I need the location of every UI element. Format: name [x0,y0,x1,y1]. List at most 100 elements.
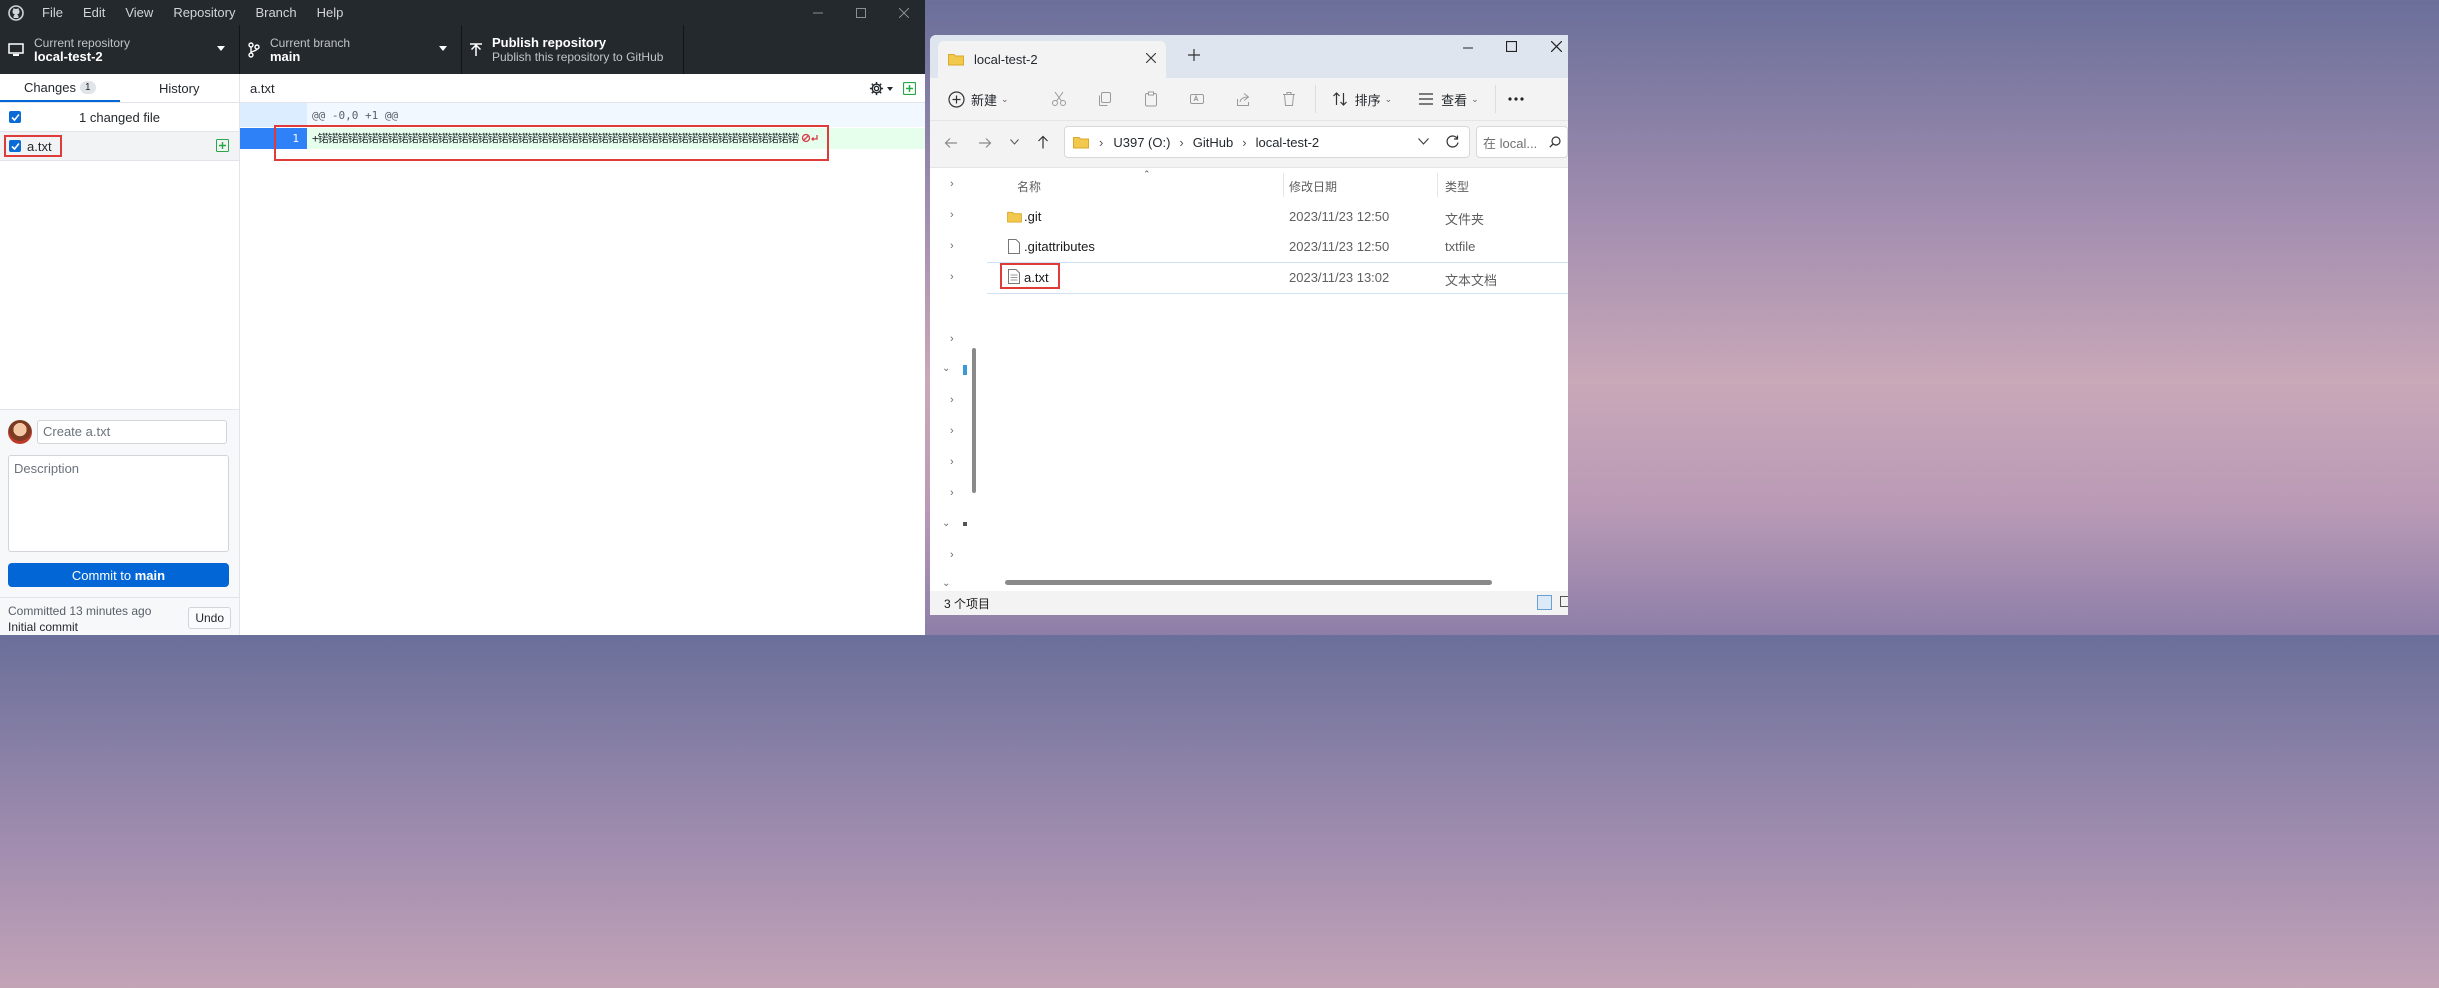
tab-changes[interactable]: Changes 1 [0,74,120,102]
delete-icon[interactable] [1281,91,1297,107]
column-headers: 名称 ⌃ 修改日期 类型 [987,168,1568,202]
expand-chevron-icon[interactable]: › [950,425,954,437]
commit-summary-input[interactable]: Create a.txt [37,420,227,444]
more-options-icon[interactable] [1508,97,1524,101]
cut-icon[interactable] [1051,91,1067,107]
recent-chevron-icon[interactable] [1010,139,1019,145]
column-type[interactable]: 类型 [1445,178,1469,195]
collapse-chevron-icon[interactable]: ⌄ [942,363,950,374]
sort-button[interactable]: 排序 ⌄ [1332,90,1392,109]
details-view-icon[interactable] [1537,595,1552,610]
tab-history[interactable]: History [120,74,240,102]
select-all-checkbox[interactable] [9,111,21,123]
collapse-chevron-icon[interactable]: ⌄ [942,578,950,589]
diff-added-line[interactable]: 1 +锘锘锘锘锘锘锘锘锘锘锘锘锘锘锘锘锘锘锘锘锘锘锘锘锘锘锘锘锘锘锘锘锘锘锘锘锘… [240,128,925,149]
new-button[interactable]: 新建 ⌄ [948,90,1009,109]
tab-changes-label: Changes [23,79,76,95]
line-number[interactable]: 1 [240,128,307,149]
explorer-tab[interactable]: local-test-2 [938,41,1166,78]
file-row[interactable]: a.txt 2023/11/23 13:02 文本文档 [987,262,1568,294]
diff-settings-button[interactable] [869,81,893,96]
command-bar: 新建 ⌄ 排序 ⌄ 查看 ⌄ [930,78,1568,121]
close-tab-icon[interactable] [1146,53,1156,63]
toolbar: Current repository local-test-2 Current … [0,25,925,74]
navigation-pane: › › › › › ⌄ › › › › ⌄ › ⌄ [930,168,976,591]
tiles-view-icon[interactable] [1560,596,1568,607]
divider [1314,85,1316,113]
horizontal-scrollbar[interactable] [1005,580,1492,585]
up-arrow-icon[interactable] [1037,135,1049,149]
current-branch-button[interactable]: Current branch main [240,25,462,74]
menu-view[interactable]: View [115,0,163,25]
address-bar[interactable]: › U397 (O:) › GitHub › local-test-2 [1064,126,1470,158]
breadcrumb-separator: › [1099,134,1104,150]
address-history-chevron-icon[interactable] [1418,138,1429,145]
view-button-label: 查看 [1441,92,1468,108]
menu-file[interactable]: File [32,0,73,25]
expand-chevron-icon[interactable]: › [950,333,954,345]
new-button-label: 新建 [971,92,998,108]
close-button[interactable] [1551,41,1562,52]
search-input[interactable]: 在 local... [1483,133,1537,152]
changed-file-row[interactable]: a.txt [0,132,239,161]
diff-filename: a.txt [250,80,275,96]
breadcrumb-current[interactable]: local-test-2 [1256,135,1320,150]
undo-button[interactable]: Undo [188,607,231,629]
file-row[interactable]: .gitattributes 2023/11/23 12:50 txtfile [987,232,1568,262]
maximize-button[interactable] [839,0,882,25]
search-box[interactable]: 在 local... [1476,126,1568,158]
chevron-down-icon: ⌄ [1471,93,1479,104]
refresh-icon[interactable] [1445,134,1460,149]
navigation-scrollbar[interactable] [972,348,976,493]
minimize-button[interactable] [1463,43,1473,53]
hunk-header: @@ -0,0 +1 @@ [240,103,925,127]
expand-chevron-icon[interactable]: › [950,549,954,561]
close-button[interactable] [882,0,925,25]
folder-icon [1073,136,1089,149]
menu-edit[interactable]: Edit [73,0,115,25]
menu-branch[interactable]: Branch [245,0,306,25]
forward-arrow-icon[interactable] [978,137,992,149]
explorer-tab-strip: local-test-2 [930,35,1568,78]
publish-repository-button[interactable]: Publish repository Publish this reposito… [462,25,684,74]
sidebar-tabs: Changes 1 History [0,74,239,103]
current-repository-button[interactable]: Current repository local-test-2 [0,25,240,74]
rename-icon[interactable] [1189,91,1205,107]
expand-chevron-icon[interactable]: › [950,487,954,499]
back-arrow-icon[interactable] [944,137,958,149]
file-row[interactable]: .git 2023/11/23 12:50 文件夹 [987,202,1568,232]
column-date[interactable]: 修改日期 [1289,178,1337,195]
expand-chevron-icon[interactable]: › [950,456,954,468]
expand-chevron-icon[interactable]: › [950,394,954,406]
paste-icon[interactable] [1143,91,1159,107]
plus-circle-icon [948,90,965,108]
menu-help[interactable]: Help [307,0,354,25]
explorer-content: › › › › › ⌄ › › › › ⌄ › ⌄ 名称 ⌃ 修改日期 类型 .… [930,168,1568,591]
minimize-button[interactable] [796,0,839,25]
view-button[interactable]: 查看 ⌄ [1418,90,1479,109]
commit-description-input[interactable]: Description [8,455,229,552]
expand-chevron-icon[interactable]: › [950,271,954,283]
stage-file-icon[interactable] [903,82,916,95]
new-tab-icon[interactable] [1188,49,1200,61]
gear-icon [869,81,884,96]
file-name: .git [1024,209,1042,224]
navigation-bar: › U397 (O:) › GitHub › local-test-2 在 lo… [930,121,1568,168]
breadcrumb-github[interactable]: GitHub [1193,135,1233,150]
maximize-button[interactable] [1506,41,1517,52]
repository-name: local-test-2 [34,48,103,64]
file-checkbox[interactable] [9,140,21,152]
collapse-chevron-icon[interactable]: ⌄ [942,518,950,529]
branch-name: main [270,48,301,64]
share-icon[interactable] [1235,91,1251,107]
expand-chevron-icon[interactable]: › [950,178,954,190]
copy-icon[interactable] [1097,91,1113,107]
column-name[interactable]: 名称 [1017,178,1041,195]
commit-button[interactable]: Commit to main [8,563,229,587]
breadcrumb-drive[interactable]: U397 (O:) [1113,135,1170,150]
file-type: txtfile [1445,239,1476,254]
expand-chevron-icon[interactable]: › [950,209,954,221]
menu-repository[interactable]: Repository [163,0,245,25]
breadcrumb-separator: › [1242,134,1247,150]
expand-chevron-icon[interactable]: › [950,240,954,252]
